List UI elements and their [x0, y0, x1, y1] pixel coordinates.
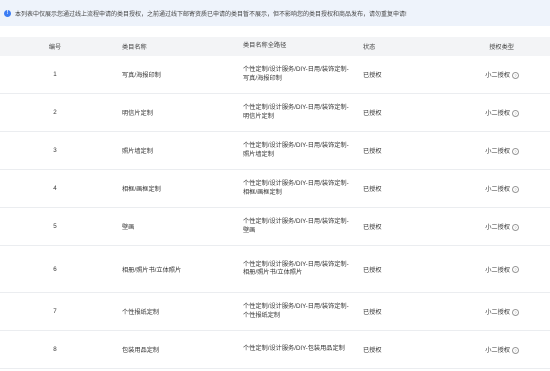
auth-type-label: 小二授权 [485, 309, 510, 316]
row-auth-type: 小二授权? [470, 222, 550, 231]
row-category-name: 包装用品定制 [122, 347, 160, 354]
header-category-name: 类目名称 [122, 44, 147, 51]
auth-type-label: 小二授权 [485, 72, 510, 79]
help-icon[interactable]: ? [512, 185, 519, 193]
row-category-name: 个性报纸定制 [122, 309, 160, 316]
row-status: 已授权 [363, 110, 382, 117]
row-category-name: 写真/海报印制 [122, 72, 161, 79]
row-number: 1 [53, 71, 57, 78]
notice-text: 本列表中仅展示您通过线上流程申请的类目授权，之前通过线下邮寄资质已申请的类目暂不… [15, 11, 407, 18]
auth-type-label: 小二授权 [485, 347, 510, 354]
auth-type-label: 小二授权 [485, 266, 510, 274]
help-icon[interactable]: ? [512, 266, 519, 274]
table-row: 6 相册/照片书/立体照片 个性定制/设计服务/DIY-日用/装饰定制-相册/照片书… [0, 246, 550, 293]
row-number: 4 [53, 185, 57, 192]
row-number: 8 [53, 346, 57, 353]
row-number: 7 [53, 308, 57, 315]
row-category-name: 照片墙定制 [122, 148, 153, 155]
help-icon[interactable]: ? [512, 223, 519, 231]
row-status: 已授权 [363, 148, 382, 155]
row-full-path: 个性定制/设计服务/DIY-日用/装饰定制-壁画 [243, 218, 349, 234]
table-row: 3 照片墙定制 个性定制/设计服务/DIY-日用/装饰定制-照片墙定制 已授权 小二授权… [0, 132, 550, 170]
table-row: 4 相框/画框定制 个性定制/设计服务/DIY-日用/装饰定制-相框/画框定制 已授权… [0, 170, 550, 208]
help-icon[interactable]: ? [512, 147, 519, 155]
row-auth-type: 小二授权? [470, 70, 550, 79]
row-auth-type: 小二授权? [470, 345, 550, 354]
row-category-name: 相册/照片书/立体照片 [122, 266, 182, 274]
table-row: 8 包装用品定制 个性定制/设计服务/DIY-包装用品定制 已授权 小二授权? [0, 331, 550, 369]
row-status: 已授权 [363, 186, 382, 193]
row-category-name: 壁画 [122, 224, 135, 231]
row-number: 5 [53, 223, 57, 230]
table-row: 7 个性报纸定制 个性定制/设计服务/DIY-日用/装饰定制-个性报纸定制 已授权 小二… [0, 293, 550, 331]
info-icon: ! [4, 9, 11, 17]
table-row: 5 壁画 个性定制/设计服务/DIY-日用/装饰定制-壁画 已授权 小二授权? [0, 208, 550, 246]
help-icon[interactable]: ? [512, 308, 519, 316]
row-auth-type: 小二授权? [470, 108, 550, 117]
row-full-path: 个性定制/设计服务/DIY-包装用品定制 [243, 345, 345, 353]
row-full-path: 个性定制/设计服务/DIY-日用/装饰定制-写真/海报印制 [243, 66, 349, 82]
row-category-name: 相框/画框定制 [122, 186, 161, 193]
auth-type-label: 小二授权 [485, 224, 510, 231]
row-auth-type: 小二授权? [470, 307, 550, 316]
row-status: 已授权 [363, 224, 382, 231]
row-status: 已授权 [363, 347, 382, 354]
header-number: 编号 [48, 44, 62, 51]
row-full-path: 个性定制/设计服务/DIY-日用/装饰定制-相框/画框定制 [243, 180, 349, 196]
table-body: 1 写真/海报印制 个性定制/设计服务/DIY-日用/装饰定制-写真/海报印制 已授权… [0, 56, 550, 369]
row-number: 3 [53, 147, 57, 154]
category-auth-table: 编号 类目名称 类目名称全路径 状态 授权类型 1 写真/海报印制 个性定制/设计服… [0, 37, 550, 369]
help-icon[interactable]: ? [512, 109, 519, 117]
row-full-path: 个性定制/设计服务/DIY-日用/装饰定制-相册/照片书/立体照片 [243, 260, 349, 277]
row-status: 已授权 [363, 72, 382, 79]
help-icon[interactable]: ? [512, 71, 519, 79]
row-auth-type: 小二授权? [470, 146, 550, 155]
table-row: 2 明信片定制 个性定制/设计服务/DIY-日用/装饰定制-明信片定制 已授权 小二授权… [0, 94, 550, 132]
row-category-name: 明信片定制 [122, 110, 153, 117]
row-auth-type: 小二授权? [470, 184, 550, 193]
row-number: 2 [53, 109, 57, 116]
help-icon[interactable]: ? [512, 346, 519, 354]
row-full-path: 个性定制/设计服务/DIY-日用/装饰定制-照片墙定制 [243, 142, 349, 158]
notice-banner: ! 本列表中仅展示您通过线上流程申请的类目授权，之前通过线下邮寄资质已申请的类目… [0, 0, 550, 26]
row-full-path: 个性定制/设计服务/DIY-日用/装饰定制-明信片定制 [243, 104, 349, 120]
row-full-path: 个性定制/设计服务/DIY-日用/装饰定制-个性报纸定制 [243, 303, 349, 319]
table-row: 1 写真/海报印制 个性定制/设计服务/DIY-日用/装饰定制-写真/海报印制 已授权… [0, 56, 550, 94]
auth-type-label: 小二授权 [485, 186, 510, 193]
row-auth-type: 小二授权? [470, 265, 550, 274]
header-full-path: 类目名称全路径 [243, 42, 287, 50]
row-status: 已授权 [363, 266, 382, 274]
table-header: 编号 类目名称 类目名称全路径 状态 授权类型 [0, 37, 550, 56]
header-auth-type: 授权类型 [489, 44, 514, 51]
auth-type-label: 小二授权 [485, 148, 510, 155]
row-number: 6 [53, 265, 57, 273]
header-status: 状态 [363, 44, 376, 51]
row-status: 已授权 [363, 309, 382, 316]
auth-type-label: 小二授权 [485, 110, 510, 117]
